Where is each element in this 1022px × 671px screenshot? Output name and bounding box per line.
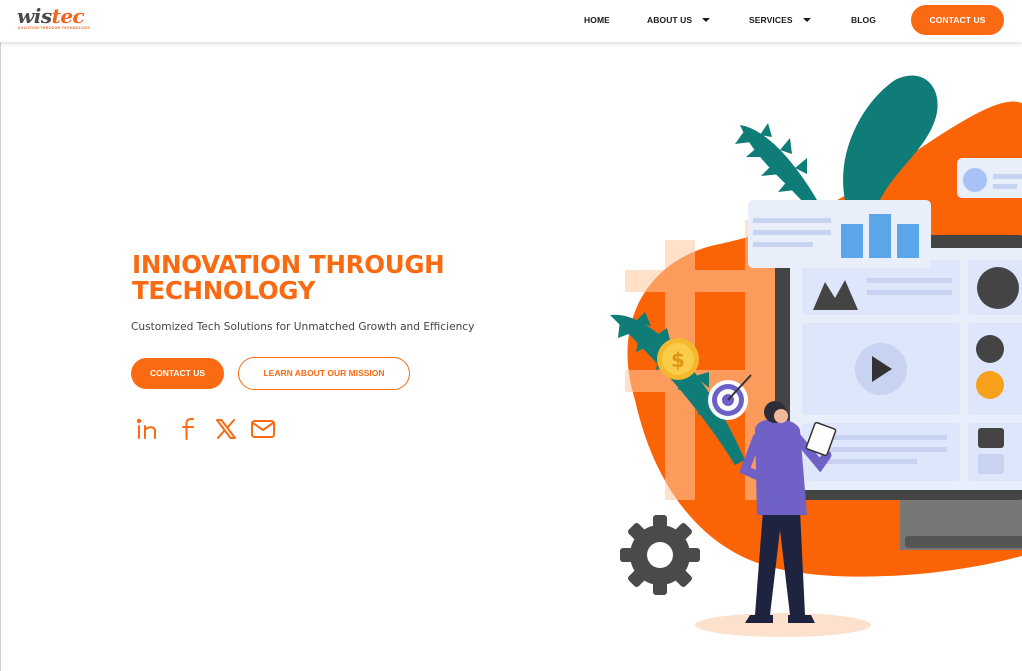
chart-bar (897, 224, 919, 258)
hero-title: INNOVATION THROUGH TECHNOLOGY (132, 252, 462, 304)
top-navbar: wistec SOLUTION THROUGH TECHNOLOGY HOME … (0, 0, 1022, 42)
svg-text:$: $ (671, 348, 685, 372)
chevron-down-icon (802, 17, 811, 22)
page-left-border (0, 42, 1, 671)
facebook-icon[interactable] (177, 416, 203, 442)
hero-subtitle: Customized Tech Solutions for Unmatched … (131, 321, 475, 333)
x-icon[interactable] (213, 416, 239, 442)
nav-home[interactable]: HOME (584, 0, 610, 42)
wistec-logo[interactable]: wistec SOLUTION THROUGH TECHNOLOGY (17, 4, 99, 33)
hero-title-line-1: INNOVATION THROUGH (132, 250, 445, 279)
dollar-coin-icon: $ (657, 338, 699, 380)
hero-illustration: $ (610, 75, 1022, 637)
chart-bar (841, 224, 863, 258)
learn-mission-button[interactable]: LEARN ABOUT OUR MISSION (238, 357, 410, 390)
mail-icon[interactable] (250, 416, 276, 442)
linkedin-icon[interactable] (135, 416, 161, 442)
gear-icon (620, 515, 700, 595)
chevron-down-icon (702, 17, 711, 22)
logo-tagline: SOLUTION THROUGH TECHNOLOGY (18, 26, 91, 30)
hero-title-line-2: TECHNOLOGY (132, 276, 316, 305)
floor-shadow (695, 613, 871, 637)
chart-bar (869, 214, 891, 258)
hero-contact-button[interactable]: CONTACT US (131, 358, 224, 389)
palm-leaf-top (735, 123, 820, 210)
monitor-base (905, 536, 1022, 548)
nav-contact-button[interactable]: CONTACT US (911, 5, 1004, 35)
nav-about-us[interactable]: ABOUT US (647, 0, 711, 42)
nav-services[interactable]: SERVICES (749, 0, 811, 42)
nav-blog[interactable]: BLOG (851, 0, 876, 42)
